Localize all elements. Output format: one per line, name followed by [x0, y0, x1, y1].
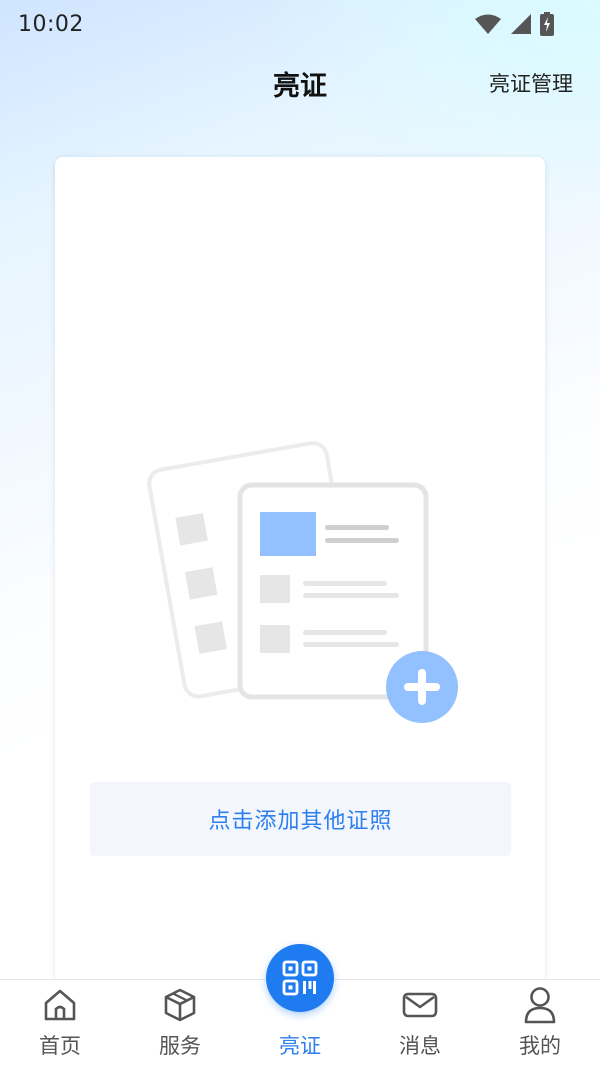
- license-management-button[interactable]: 亮证管理: [489, 68, 573, 98]
- signal-icon: [511, 14, 531, 34]
- nav-bar: 亮证 亮证管理: [0, 58, 600, 108]
- mail-icon: [402, 992, 438, 1018]
- battery-icon: [540, 12, 554, 36]
- qr-code-icon: [282, 960, 318, 996]
- cube-icon: [164, 988, 196, 1022]
- tab-license-label: 亮证: [279, 1034, 321, 1058]
- add-license-button[interactable]: 点击添加其他证照: [90, 782, 511, 856]
- show-license-qr-button[interactable]: [266, 944, 334, 1012]
- tab-mine[interactable]: 我的: [480, 980, 600, 1066]
- license-card: 点击添加其他证照: [55, 157, 545, 1037]
- add-license-illustration: [147, 441, 458, 723]
- tab-services-label: 服务: [159, 1034, 201, 1058]
- tab-home-label: 首页: [39, 1034, 81, 1058]
- status-icons: [474, 12, 554, 36]
- home-icon: [44, 989, 76, 1021]
- status-bar: 10:02: [0, 0, 600, 48]
- user-icon: [524, 987, 556, 1024]
- tab-mine-label: 我的: [519, 1034, 561, 1058]
- tab-messages-label: 消息: [399, 1034, 441, 1058]
- tab-services[interactable]: 服务: [120, 980, 240, 1066]
- tab-messages[interactable]: 消息: [360, 980, 480, 1066]
- wifi-icon: [475, 14, 501, 34]
- tab-home[interactable]: 首页: [0, 980, 120, 1066]
- status-time: 10:02: [18, 11, 84, 37]
